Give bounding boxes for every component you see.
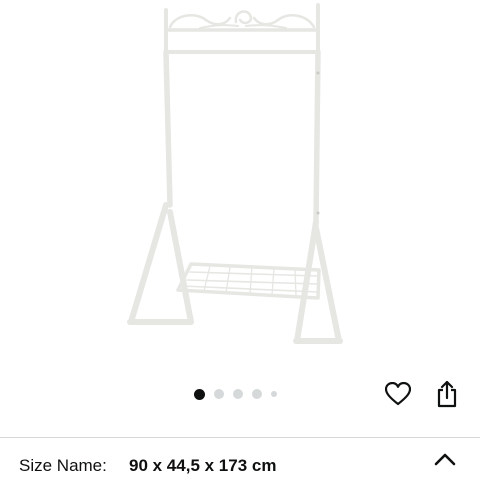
product-image[interactable] — [0, 0, 480, 372]
size-value: 90 x 44,5 x 173 cm — [129, 456, 277, 475]
favorite-button[interactable] — [381, 377, 415, 411]
share-button[interactable] — [430, 377, 464, 411]
image-pager[interactable] — [194, 387, 277, 401]
pager-dot[interactable] — [271, 391, 277, 397]
pager-dot[interactable] — [252, 389, 262, 399]
chevron-up-icon[interactable] — [432, 450, 458, 470]
heart-icon — [385, 382, 411, 406]
share-icon — [437, 380, 457, 408]
size-selector[interactable]: Size Name: 90 x 44,5 x 173 cm — [0, 438, 480, 480]
size-label: Size Name: — [19, 456, 107, 475]
pager-dot[interactable] — [233, 389, 243, 399]
pager-dot[interactable] — [214, 389, 224, 399]
clothes-rack-image — [127, 3, 343, 344]
pager-dot-active[interactable] — [194, 388, 205, 400]
product-detail-page: Size Name: 90 x 44,5 x 173 cm — [0, 0, 480, 480]
